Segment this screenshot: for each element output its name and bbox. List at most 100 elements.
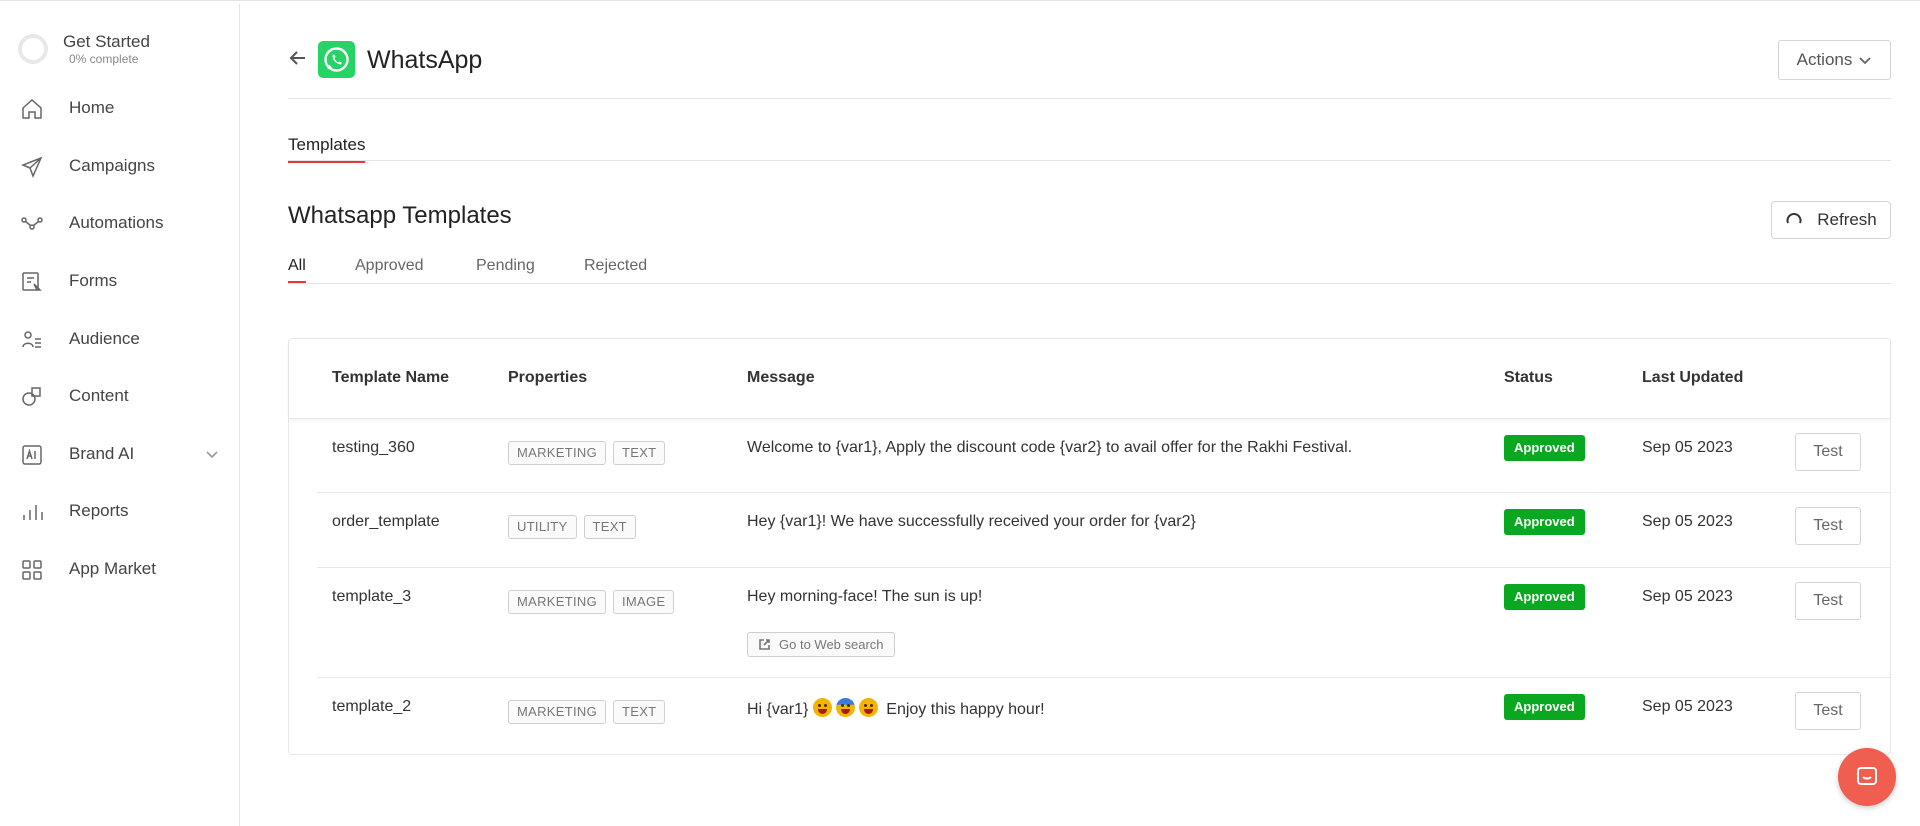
template-tags: MARKETING IMAGE	[508, 590, 681, 614]
status-filter-tabs: All Approved Pending Rejected	[288, 254, 1891, 284]
grinning-face-emoji-icon	[812, 698, 832, 717]
tab-pending[interactable]: Pending	[476, 257, 535, 281]
refresh-button[interactable]: Refresh	[1771, 201, 1891, 239]
template-name: template_2	[332, 698, 412, 715]
test-button[interactable]: Test	[1795, 433, 1861, 471]
sidebar-item-label: Brand AI	[69, 444, 135, 463]
last-updated: Sep 05 2023	[1642, 698, 1733, 715]
sidebar-item-label: Automations	[69, 213, 164, 232]
workflow-icon	[20, 212, 44, 236]
tab-approved[interactable]: Approved	[355, 257, 424, 281]
web-button-label: Go to Web search	[779, 637, 884, 652]
sidebar-item-label: App Market	[69, 559, 156, 578]
sidebar-item-automations[interactable]: Automations	[0, 200, 239, 246]
type-tag: TEXT	[612, 441, 666, 465]
sidebar-item-forms[interactable]: Forms	[0, 258, 239, 304]
screaming-face-emoji-icon	[835, 698, 855, 717]
tab-rejected[interactable]: Rejected	[584, 257, 647, 281]
page-header: WhatsApp Actions	[288, 4, 1891, 99]
page-title: WhatsApp	[367, 46, 483, 74]
category-tag: MARKETING	[508, 700, 606, 724]
users-icon	[20, 328, 44, 352]
last-updated: Sep 05 2023	[1642, 513, 1733, 530]
last-updated: Sep 05 2023	[1642, 588, 1733, 605]
type-tag: TEXT	[583, 515, 636, 539]
sidebar: Get Started 0% complete Home Campaigns A…	[0, 4, 240, 826]
bar-chart-icon	[20, 500, 44, 524]
chevron-down-icon[interactable]	[204, 446, 220, 462]
test-button[interactable]: Test	[1795, 692, 1861, 730]
get-started-progress-label: 0% complete	[69, 52, 139, 66]
template-name: template_3	[332, 588, 412, 605]
squinting-face-emoji-icon	[858, 698, 878, 717]
external-link-icon	[759, 639, 770, 650]
template-name: testing_360	[332, 439, 415, 456]
sidebar-item-app-market[interactable]: App Market	[0, 546, 239, 592]
sidebar-item-campaigns[interactable]: Campaigns	[0, 143, 239, 189]
sidebar-item-reports[interactable]: Reports	[0, 488, 239, 534]
template-message: Hi {var1} Enjoy this happy hour!	[747, 698, 1045, 719]
column-header-status: Status	[1504, 369, 1553, 386]
table-row: order_template UTILITY TEXT Hey {var1}! W…	[317, 493, 1890, 568]
sidebar-item-audience[interactable]: Audience	[0, 316, 239, 362]
last-updated: Sep 05 2023	[1642, 439, 1733, 456]
template-tags: MARKETING TEXT	[508, 700, 672, 724]
test-button[interactable]: Test	[1795, 507, 1861, 545]
sidebar-item-label: Home	[69, 98, 115, 117]
column-header-properties: Properties	[508, 369, 588, 386]
shapes-icon	[20, 385, 44, 409]
tab-all[interactable]: All	[288, 257, 306, 283]
type-tag: TEXT	[612, 700, 666, 724]
status-badge: Approved	[1504, 435, 1585, 461]
back-arrow-icon[interactable]	[288, 48, 308, 68]
sidebar-item-brand-ai[interactable]: Brand AI	[0, 431, 239, 477]
column-header-template-name: Template Name	[332, 369, 450, 386]
template-tags: UTILITY TEXT	[508, 515, 643, 539]
status-badge: Approved	[1504, 509, 1585, 535]
sidebar-item-label: Campaigns	[69, 156, 155, 175]
column-header-last-updated: Last Updated	[1642, 369, 1744, 386]
templates-table: Template Name Properties Message Status …	[288, 338, 1891, 755]
section-title: Whatsapp Templates	[288, 202, 512, 229]
actions-dropdown-button[interactable]: Actions	[1778, 40, 1891, 80]
column-header-message: Message	[747, 369, 815, 386]
chat-icon	[1857, 767, 1877, 785]
sidebar-item-label: Audience	[69, 329, 140, 348]
template-tags: MARKETING TEXT	[508, 441, 672, 465]
sidebar-item-label: Reports	[69, 501, 129, 520]
get-started-title: Get Started	[63, 32, 150, 51]
category-tag: UTILITY	[508, 515, 577, 539]
grid-icon	[20, 558, 44, 582]
actions-label: Actions	[1796, 50, 1853, 69]
progress-ring-icon	[18, 34, 48, 64]
refresh-icon	[1786, 213, 1802, 224]
table-row: template_2 MARKETING TEXT Hi {var1} Enjoy…	[317, 678, 1890, 754]
refresh-label: Refresh	[1817, 210, 1877, 229]
sidebar-item-home[interactable]: Home	[0, 85, 239, 131]
test-button[interactable]: Test	[1795, 582, 1861, 620]
get-started-progress[interactable]: Get Started 0% complete	[18, 32, 150, 66]
template-message: Hey {var1}! We have successfully receive…	[747, 513, 1196, 530]
status-badge: Approved	[1504, 584, 1585, 610]
template-message: Hey morning-face! The sun is up!	[747, 588, 983, 605]
template-name: order_template	[332, 513, 440, 530]
go-to-web-search-button[interactable]: Go to Web search	[747, 632, 895, 657]
message-suffix: Enjoy this happy hour!	[886, 701, 1045, 718]
sidebar-item-label: Forms	[69, 271, 118, 290]
sidebar-item-label: Content	[69, 386, 129, 405]
table-header: Template Name Properties Message Status …	[289, 339, 1890, 419]
template-message: Welcome to {var1}, Apply the discount co…	[747, 439, 1353, 456]
type-tag: IMAGE	[612, 590, 675, 614]
chat-support-button[interactable]	[1838, 748, 1896, 806]
sidebar-item-content[interactable]: Content	[0, 373, 239, 419]
primary-tabs: Templates	[288, 99, 1891, 163]
status-badge: Approved	[1504, 694, 1585, 720]
message-prefix: Hi {var1}	[747, 701, 809, 718]
tab-templates[interactable]: Templates	[288, 135, 366, 163]
form-icon	[20, 270, 44, 294]
table-row: template_3 MARKETING IMAGE Hey morning-fa…	[317, 568, 1890, 678]
ai-icon	[20, 443, 44, 467]
category-tag: MARKETING	[508, 590, 606, 614]
chevron-down-icon	[1859, 57, 1872, 65]
send-icon	[20, 155, 44, 179]
